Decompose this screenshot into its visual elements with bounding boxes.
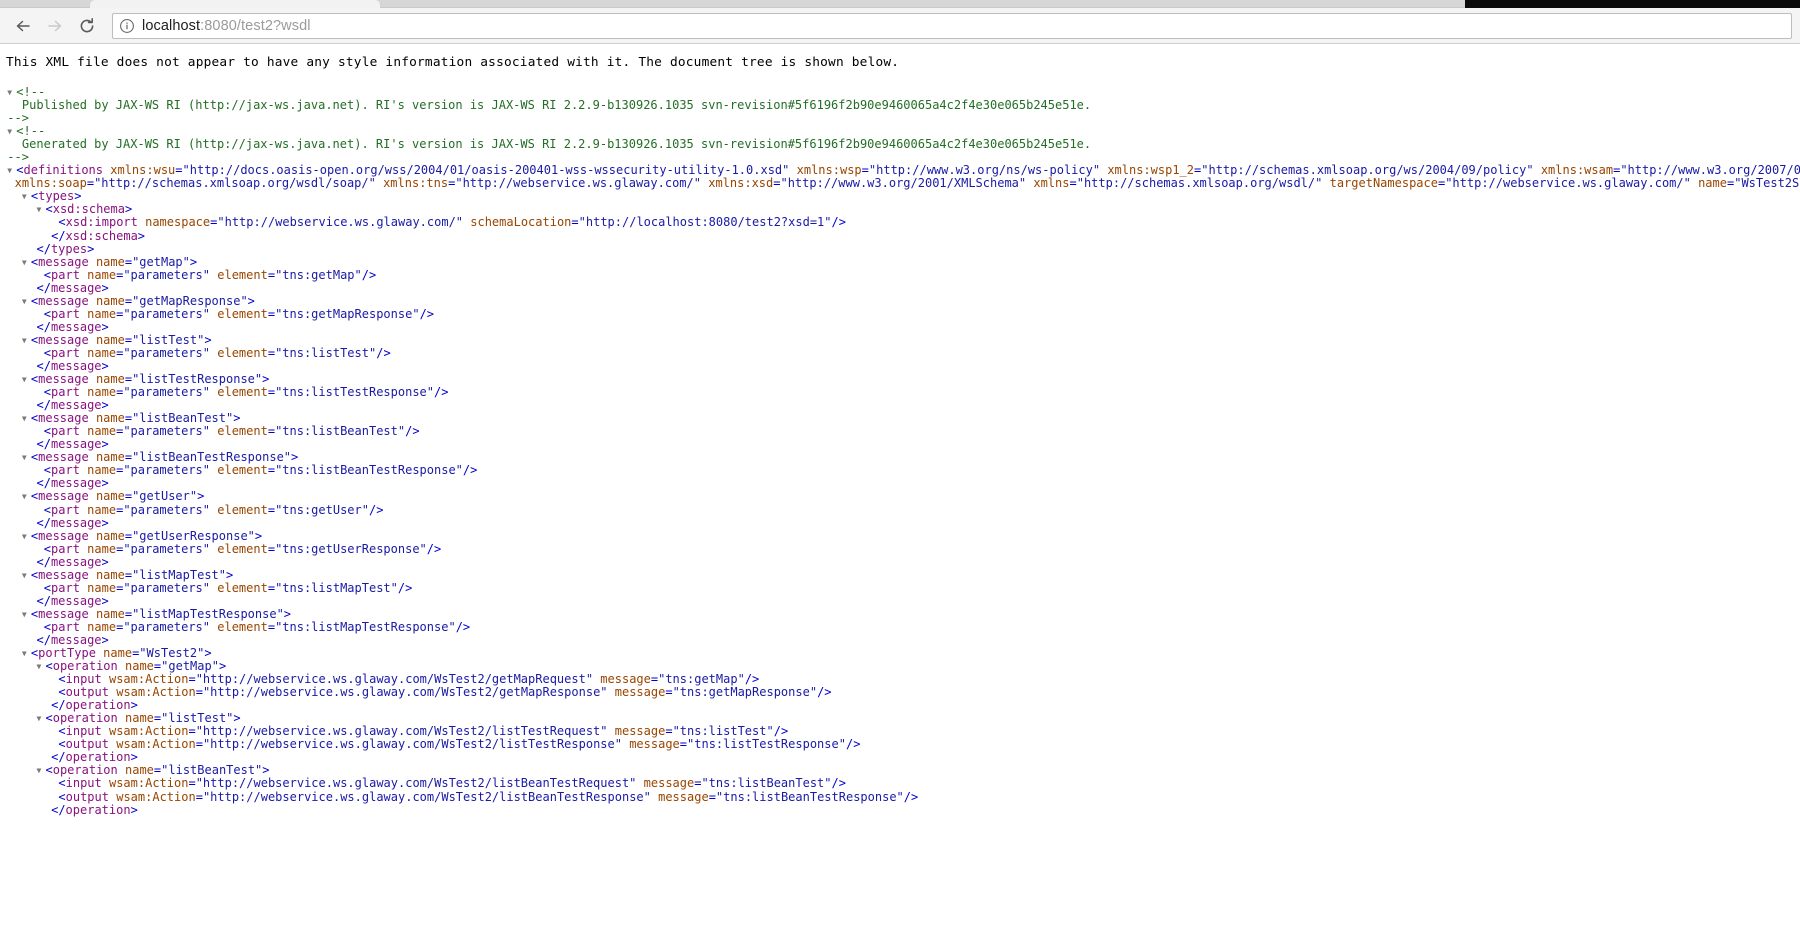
collapse-triangle[interactable]: ▼	[22, 256, 31, 269]
message-part-element: <part name="parameters" element="tns:lis…	[43, 424, 420, 439]
xsd-schema-close: </xsd:schema>	[51, 228, 146, 243]
message-part-element: <part name="parameters" element="tns:get…	[43, 502, 384, 517]
message-close: </message>	[36, 554, 109, 569]
no-style-notice: This XML file does not appear to have an…	[6, 55, 900, 70]
window-controls[interactable]	[1465, 0, 1800, 8]
definitions-element-attrs: xmlns:soap="http://schemas.xmlsoap.org/w…	[14, 176, 1800, 191]
collapse-triangle[interactable]: ▼	[22, 530, 31, 543]
message-part-element: <part name="parameters" element="tns:lis…	[43, 385, 449, 400]
message-close: </message>	[36, 280, 109, 295]
collapse-triangle[interactable]: ▼	[22, 608, 31, 621]
types-element: ▼ <types>	[21, 189, 82, 204]
message-close: </message>	[36, 358, 109, 373]
message-close: </message>	[36, 515, 109, 530]
operation-output-element: <output wsam:Action="http://webservice.w…	[58, 789, 919, 804]
collapse-triangle[interactable]: ▼	[22, 451, 31, 464]
message-close: </message>	[36, 398, 109, 413]
url-text: localhost:8080/test2?wsdl	[142, 18, 311, 34]
message-part-element: <part name="parameters" element="tns:lis…	[43, 463, 478, 478]
url-host: localhost	[142, 17, 201, 34]
collapse-triangle[interactable]: ▼	[22, 647, 31, 660]
collapse-triangle[interactable]: ▼	[7, 86, 16, 99]
arrow-left-icon	[13, 16, 33, 36]
xml-viewer: This XML file does not appear to have an…	[0, 44, 1800, 927]
xsd-import-element: <xsd:import namespace="http://webservice…	[58, 215, 846, 230]
message-close: </message>	[36, 632, 109, 647]
collapse-triangle[interactable]: ▼	[37, 764, 46, 777]
message-part-element: <part name="parameters" element="tns:get…	[43, 306, 435, 321]
message-part-element: <part name="parameters" element="tns:lis…	[43, 580, 413, 595]
collapse-triangle[interactable]: ▼	[37, 712, 46, 725]
operation-close: </operation>	[51, 750, 138, 765]
forward-button[interactable]	[40, 11, 70, 41]
message-close: </message>	[36, 319, 109, 334]
arrow-right-icon	[45, 16, 65, 36]
back-button[interactable]	[8, 11, 38, 41]
message-part-element: <part name="parameters" element="tns:lis…	[43, 619, 471, 634]
site-info-icon[interactable]	[119, 18, 135, 34]
collapse-triangle[interactable]: ▼	[22, 190, 31, 203]
reload-icon	[77, 16, 97, 36]
collapse-triangle[interactable]: ▼	[37, 660, 46, 673]
collapse-triangle[interactable]: ▼	[7, 125, 16, 138]
operation-close: </operation>	[51, 802, 138, 817]
collapse-triangle[interactable]: ▼	[22, 334, 31, 347]
xml-comment-body: Generated by JAX-WS RI (http://jax-ws.ja…	[21, 137, 1092, 152]
types-close: </types>	[36, 241, 95, 256]
browser-toolbar: localhost:8080/test2?wsdl	[0, 8, 1800, 44]
operation-output-element: <output wsam:Action="http://webservice.w…	[58, 685, 832, 700]
message-part-element: <part name="parameters" element="tns:get…	[43, 267, 377, 282]
porttype-element: ▼ <portType name="WsTest2">	[21, 646, 212, 661]
collapse-triangle[interactable]: ▼	[22, 490, 31, 503]
collapse-triangle[interactable]: ▼	[22, 569, 31, 582]
browser-tab[interactable]	[90, 0, 380, 8]
xml-comment-close: -->	[7, 111, 29, 126]
address-bar[interactable]: localhost:8080/test2?wsdl	[112, 12, 1792, 39]
collapse-triangle[interactable]: ▼	[22, 373, 31, 386]
tab-strip	[0, 0, 1800, 8]
collapse-triangle[interactable]: ▼	[37, 203, 46, 216]
url-path: :8080/test2?wsdl	[200, 17, 311, 34]
message-close: </message>	[36, 476, 109, 491]
collapse-triangle[interactable]: ▼	[22, 412, 31, 425]
operation-output-element: <output wsam:Action="http://webservice.w…	[58, 737, 861, 752]
reload-button[interactable]	[72, 11, 102, 41]
collapse-triangle[interactable]: ▼	[22, 295, 31, 308]
message-part-element: <part name="parameters" element="tns:lis…	[43, 345, 391, 360]
xml-comment-body: Published by JAX-WS RI (http://jax-ws.ja…	[21, 98, 1092, 113]
message-part-element: <part name="parameters" element="tns:get…	[43, 541, 442, 556]
xml-tree: ▼ <!-- Published by JAX-WS RI (http://jax-…	[0, 70, 1800, 817]
operation-close: </operation>	[51, 698, 138, 713]
